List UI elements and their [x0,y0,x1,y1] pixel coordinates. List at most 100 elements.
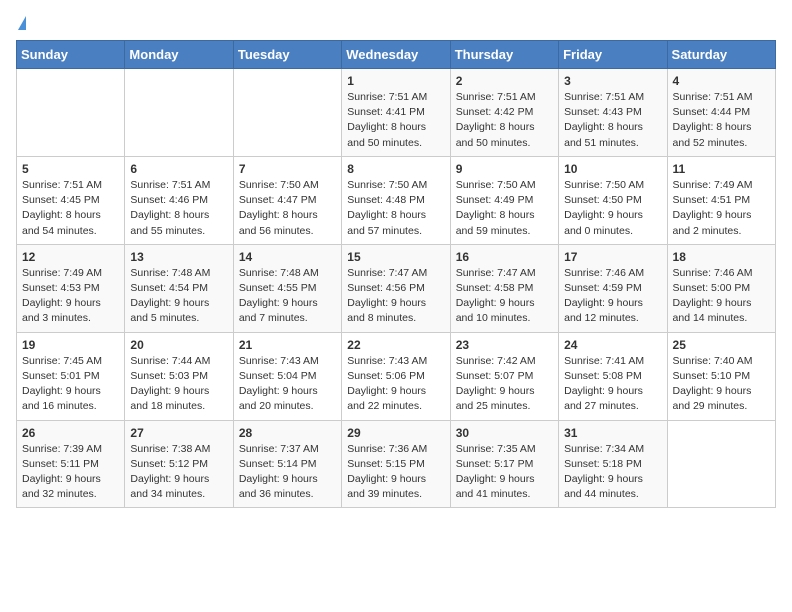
daylight-text: Daylight: 9 hours and 10 minutes. [456,297,535,324]
daylight-text: Daylight: 9 hours and 32 minutes. [22,473,101,500]
day-info: Sunrise: 7:41 AM Sunset: 5:08 PM Dayligh… [564,354,661,415]
sunrise-text: Sunrise: 7:51 AM [22,179,102,191]
sunrise-text: Sunrise: 7:46 AM [564,267,644,279]
daylight-text: Daylight: 9 hours and 22 minutes. [347,385,426,412]
weekday-header-wednesday: Wednesday [342,41,450,69]
day-info: Sunrise: 7:39 AM Sunset: 5:11 PM Dayligh… [22,442,119,503]
calendar-cell: 3 Sunrise: 7:51 AM Sunset: 4:43 PM Dayli… [559,69,667,157]
sunset-text: Sunset: 4:48 PM [347,194,425,206]
sunrise-text: Sunrise: 7:48 AM [130,267,210,279]
weekday-header-thursday: Thursday [450,41,558,69]
day-info: Sunrise: 7:43 AM Sunset: 5:04 PM Dayligh… [239,354,336,415]
daylight-text: Daylight: 8 hours and 51 minutes. [564,121,643,148]
sunset-text: Sunset: 4:56 PM [347,282,425,294]
sunset-text: Sunset: 5:08 PM [564,370,642,382]
day-info: Sunrise: 7:35 AM Sunset: 5:17 PM Dayligh… [456,442,553,503]
day-number: 13 [130,250,227,264]
sunrise-text: Sunrise: 7:49 AM [673,179,753,191]
day-number: 8 [347,162,444,176]
calendar-week-row: 1 Sunrise: 7:51 AM Sunset: 4:41 PM Dayli… [17,69,776,157]
calendar-week-row: 5 Sunrise: 7:51 AM Sunset: 4:45 PM Dayli… [17,156,776,244]
calendar-cell: 9 Sunrise: 7:50 AM Sunset: 4:49 PM Dayli… [450,156,558,244]
sunset-text: Sunset: 5:17 PM [456,458,534,470]
calendar-cell: 23 Sunrise: 7:42 AM Sunset: 5:07 PM Dayl… [450,332,558,420]
calendar-cell: 15 Sunrise: 7:47 AM Sunset: 4:56 PM Dayl… [342,244,450,332]
sunset-text: Sunset: 5:01 PM [22,370,100,382]
daylight-text: Daylight: 9 hours and 39 minutes. [347,473,426,500]
sunrise-text: Sunrise: 7:44 AM [130,355,210,367]
day-number: 28 [239,426,336,440]
daylight-text: Daylight: 9 hours and 34 minutes. [130,473,209,500]
day-number: 3 [564,74,661,88]
sunrise-text: Sunrise: 7:43 AM [347,355,427,367]
day-info: Sunrise: 7:51 AM Sunset: 4:41 PM Dayligh… [347,90,444,151]
daylight-text: Daylight: 8 hours and 50 minutes. [347,121,426,148]
daylight-text: Daylight: 9 hours and 5 minutes. [130,297,209,324]
sunset-text: Sunset: 4:51 PM [673,194,751,206]
day-number: 7 [239,162,336,176]
calendar-cell: 1 Sunrise: 7:51 AM Sunset: 4:41 PM Dayli… [342,69,450,157]
sunrise-text: Sunrise: 7:51 AM [673,91,753,103]
day-info: Sunrise: 7:51 AM Sunset: 4:44 PM Dayligh… [673,90,770,151]
calendar-cell: 31 Sunrise: 7:34 AM Sunset: 5:18 PM Dayl… [559,420,667,508]
daylight-text: Daylight: 9 hours and 41 minutes. [456,473,535,500]
day-number: 23 [456,338,553,352]
weekday-header-tuesday: Tuesday [233,41,341,69]
day-number: 11 [673,162,770,176]
calendar-cell: 5 Sunrise: 7:51 AM Sunset: 4:45 PM Dayli… [17,156,125,244]
daylight-text: Daylight: 8 hours and 55 minutes. [130,209,209,236]
calendar-cell: 13 Sunrise: 7:48 AM Sunset: 4:54 PM Dayl… [125,244,233,332]
sunrise-text: Sunrise: 7:51 AM [456,91,536,103]
sunrise-text: Sunrise: 7:42 AM [456,355,536,367]
sunset-text: Sunset: 4:41 PM [347,106,425,118]
daylight-text: Daylight: 8 hours and 54 minutes. [22,209,101,236]
calendar-cell: 24 Sunrise: 7:41 AM Sunset: 5:08 PM Dayl… [559,332,667,420]
daylight-text: Daylight: 9 hours and 8 minutes. [347,297,426,324]
daylight-text: Daylight: 9 hours and 12 minutes. [564,297,643,324]
sunset-text: Sunset: 4:59 PM [564,282,642,294]
day-number: 12 [22,250,119,264]
day-number: 25 [673,338,770,352]
sunset-text: Sunset: 4:55 PM [239,282,317,294]
day-number: 30 [456,426,553,440]
day-info: Sunrise: 7:48 AM Sunset: 4:55 PM Dayligh… [239,266,336,327]
day-number: 22 [347,338,444,352]
weekday-header-saturday: Saturday [667,41,775,69]
sunset-text: Sunset: 4:45 PM [22,194,100,206]
day-info: Sunrise: 7:46 AM Sunset: 5:00 PM Dayligh… [673,266,770,327]
sunrise-text: Sunrise: 7:43 AM [239,355,319,367]
daylight-text: Daylight: 8 hours and 52 minutes. [673,121,752,148]
sunrise-text: Sunrise: 7:40 AM [673,355,753,367]
sunset-text: Sunset: 5:00 PM [673,282,751,294]
day-number: 14 [239,250,336,264]
day-number: 17 [564,250,661,264]
day-info: Sunrise: 7:34 AM Sunset: 5:18 PM Dayligh… [564,442,661,503]
calendar-cell: 11 Sunrise: 7:49 AM Sunset: 4:51 PM Dayl… [667,156,775,244]
calendar-cell: 17 Sunrise: 7:46 AM Sunset: 4:59 PM Dayl… [559,244,667,332]
calendar-cell: 27 Sunrise: 7:38 AM Sunset: 5:12 PM Dayl… [125,420,233,508]
sunrise-text: Sunrise: 7:49 AM [22,267,102,279]
day-info: Sunrise: 7:40 AM Sunset: 5:10 PM Dayligh… [673,354,770,415]
day-number: 10 [564,162,661,176]
day-info: Sunrise: 7:49 AM Sunset: 4:53 PM Dayligh… [22,266,119,327]
daylight-text: Daylight: 9 hours and 36 minutes. [239,473,318,500]
day-number: 2 [456,74,553,88]
daylight-text: Daylight: 9 hours and 29 minutes. [673,385,752,412]
sunrise-text: Sunrise: 7:34 AM [564,443,644,455]
calendar-cell [233,69,341,157]
calendar-cell: 16 Sunrise: 7:47 AM Sunset: 4:58 PM Dayl… [450,244,558,332]
calendar-week-row: 26 Sunrise: 7:39 AM Sunset: 5:11 PM Dayl… [17,420,776,508]
day-info: Sunrise: 7:37 AM Sunset: 5:14 PM Dayligh… [239,442,336,503]
sunset-text: Sunset: 5:06 PM [347,370,425,382]
day-info: Sunrise: 7:48 AM Sunset: 4:54 PM Dayligh… [130,266,227,327]
calendar-cell: 21 Sunrise: 7:43 AM Sunset: 5:04 PM Dayl… [233,332,341,420]
day-info: Sunrise: 7:49 AM Sunset: 4:51 PM Dayligh… [673,178,770,239]
day-number: 19 [22,338,119,352]
day-info: Sunrise: 7:47 AM Sunset: 4:56 PM Dayligh… [347,266,444,327]
sunrise-text: Sunrise: 7:45 AM [22,355,102,367]
daylight-text: Daylight: 9 hours and 7 minutes. [239,297,318,324]
sunset-text: Sunset: 4:53 PM [22,282,100,294]
sunrise-text: Sunrise: 7:37 AM [239,443,319,455]
weekday-header-row: SundayMondayTuesdayWednesdayThursdayFrid… [17,41,776,69]
day-number: 1 [347,74,444,88]
